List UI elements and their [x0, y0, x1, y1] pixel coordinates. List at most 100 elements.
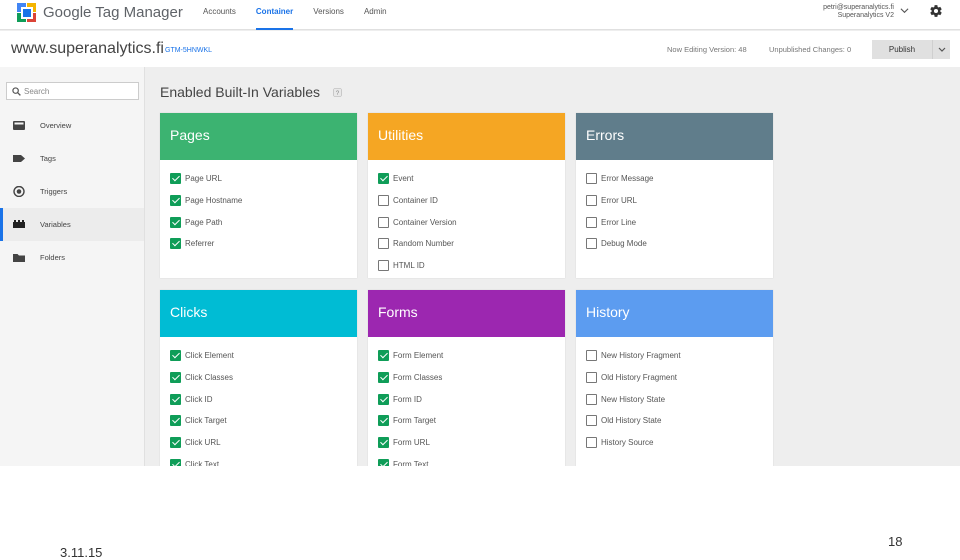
sidebar-item-label: Overview — [40, 121, 72, 130]
sidebar-item-tags[interactable]: Tags — [0, 142, 144, 175]
variable-option[interactable]: New History State — [576, 388, 773, 410]
container-id[interactable]: GTM-5HNWKL — [165, 47, 212, 54]
variable-label: Container Version — [393, 217, 457, 227]
checkbox-checked[interactable] — [378, 415, 389, 427]
variable-option[interactable]: Form Element — [368, 345, 565, 367]
variable-option[interactable]: Old History State — [576, 410, 773, 432]
checkbox-unchecked[interactable] — [586, 173, 597, 185]
checkbox-checked[interactable] — [378, 393, 389, 405]
checkbox-checked[interactable] — [170, 415, 181, 427]
sidebar-item-triggers[interactable]: Triggers — [0, 175, 144, 208]
checkbox-checked[interactable] — [170, 195, 181, 207]
checkbox-checked[interactable] — [170, 173, 181, 185]
variable-option[interactable]: Click Element — [160, 345, 357, 367]
variable-label: Old History Fragment — [601, 373, 678, 383]
account-email: petri@superanalytics.fi — [823, 4, 894, 11]
checkbox-checked[interactable] — [170, 458, 181, 466]
help-icon[interactable]: ? — [333, 88, 342, 97]
variable-option[interactable]: Click URL — [160, 432, 357, 454]
variable-option[interactable]: Container ID — [368, 190, 565, 212]
nav-versions[interactable]: Versions — [303, 0, 354, 30]
variable-option[interactable]: Container Version — [368, 211, 565, 233]
checkbox-unchecked[interactable] — [586, 372, 597, 384]
checkbox-checked[interactable] — [170, 437, 181, 449]
card-title: History — [576, 290, 773, 337]
variable-option[interactable]: Form Text — [368, 453, 565, 466]
variable-option[interactable]: Form Target — [368, 410, 565, 432]
variable-option[interactable]: Click ID — [160, 388, 357, 410]
publish-button[interactable]: Publish — [872, 40, 932, 59]
variable-label: New History State — [601, 394, 666, 404]
checkbox-unchecked[interactable] — [586, 350, 597, 362]
account-switcher[interactable]: petri@superanalytics.fi Superanalytics V… — [823, 4, 894, 20]
card-title: Utilities — [368, 113, 565, 160]
variable-label: Debug Mode — [601, 239, 647, 249]
variable-label: Form Target — [393, 416, 436, 426]
variable-option[interactable]: Click Classes — [160, 367, 357, 389]
variable-label: Form Text — [393, 459, 429, 466]
variable-option[interactable]: Form ID — [368, 388, 565, 410]
gtm-logo-icon — [17, 3, 36, 22]
search-box — [6, 82, 139, 100]
card-body: Page URL Page Hostname Page Path Referrer — [160, 160, 357, 255]
checkbox-unchecked[interactable] — [378, 195, 389, 207]
checkbox-unchecked[interactable] — [378, 238, 389, 250]
variable-option[interactable]: Click Target — [160, 410, 357, 432]
variable-option[interactable]: Page Path — [160, 211, 357, 233]
variable-label: Old History State — [601, 416, 662, 426]
variable-option[interactable]: Form URL — [368, 432, 565, 454]
variable-option[interactable]: Page URL — [160, 168, 357, 190]
variable-option[interactable]: HTML ID — [368, 255, 565, 277]
variable-option[interactable]: Old History Fragment — [576, 367, 773, 389]
publish-dropdown-button[interactable] — [932, 40, 950, 59]
folder-icon — [13, 254, 25, 262]
variable-label: Random Number — [393, 239, 454, 249]
sidebar-item-overview[interactable]: Overview — [0, 109, 144, 142]
sidebar-item-folders[interactable]: Folders — [0, 241, 144, 274]
variable-option[interactable]: New History Fragment — [576, 345, 773, 367]
variable-option[interactable]: Page Hostname — [160, 190, 357, 212]
checkbox-unchecked[interactable] — [378, 260, 389, 272]
checkbox-checked[interactable] — [170, 393, 181, 405]
checkbox-unchecked[interactable] — [586, 437, 597, 449]
variable-option[interactable]: Click Text — [160, 453, 357, 466]
checkbox-unchecked[interactable] — [586, 393, 597, 405]
sidebar-item-variables[interactable]: Variables — [0, 208, 144, 241]
variable-option[interactable]: Referrer — [160, 233, 357, 255]
checkbox-checked[interactable] — [378, 458, 389, 466]
card-title: Clicks — [160, 290, 357, 337]
nav-admin[interactable]: Admin — [354, 0, 397, 30]
checkbox-unchecked[interactable] — [586, 238, 597, 250]
checkbox-checked[interactable] — [170, 350, 181, 362]
checkbox-unchecked[interactable] — [586, 216, 597, 228]
checkbox-unchecked[interactable] — [586, 195, 597, 207]
checkbox-checked[interactable] — [378, 173, 389, 185]
variable-option[interactable]: Debug Mode — [576, 233, 773, 255]
variable-option[interactable]: Error Message — [576, 168, 773, 190]
checkbox-checked[interactable] — [170, 216, 181, 228]
variable-option[interactable]: Form Classes — [368, 367, 565, 389]
checkbox-unchecked[interactable] — [586, 415, 597, 427]
nav-accounts[interactable]: Accounts — [193, 0, 246, 30]
nav-container[interactable]: Container — [246, 0, 303, 30]
variable-option[interactable]: Error URL — [576, 190, 773, 212]
card-body: Form Element Form Classes Form ID Form Targ… — [368, 337, 565, 466]
variable-option[interactable]: Event — [368, 168, 565, 190]
checkbox-checked[interactable] — [378, 372, 389, 384]
variable-label: Form ID — [393, 394, 422, 404]
variable-option[interactable]: Random Number — [368, 233, 565, 255]
gear-icon[interactable] — [929, 4, 943, 18]
search-input[interactable] — [24, 85, 134, 98]
variable-label: History Source — [601, 438, 654, 448]
variable-label: Error Message — [601, 174, 654, 184]
variable-option[interactable]: Error Line — [576, 211, 773, 233]
checkbox-unchecked[interactable] — [378, 216, 389, 228]
search-icon — [12, 87, 21, 96]
checkbox-checked[interactable] — [170, 372, 181, 384]
trigger-icon — [13, 186, 25, 197]
checkbox-checked[interactable] — [378, 437, 389, 449]
variable-option[interactable]: History Source — [576, 432, 773, 454]
checkbox-checked[interactable] — [378, 350, 389, 362]
chevron-down-icon[interactable] — [900, 6, 909, 15]
checkbox-checked[interactable] — [170, 238, 181, 250]
